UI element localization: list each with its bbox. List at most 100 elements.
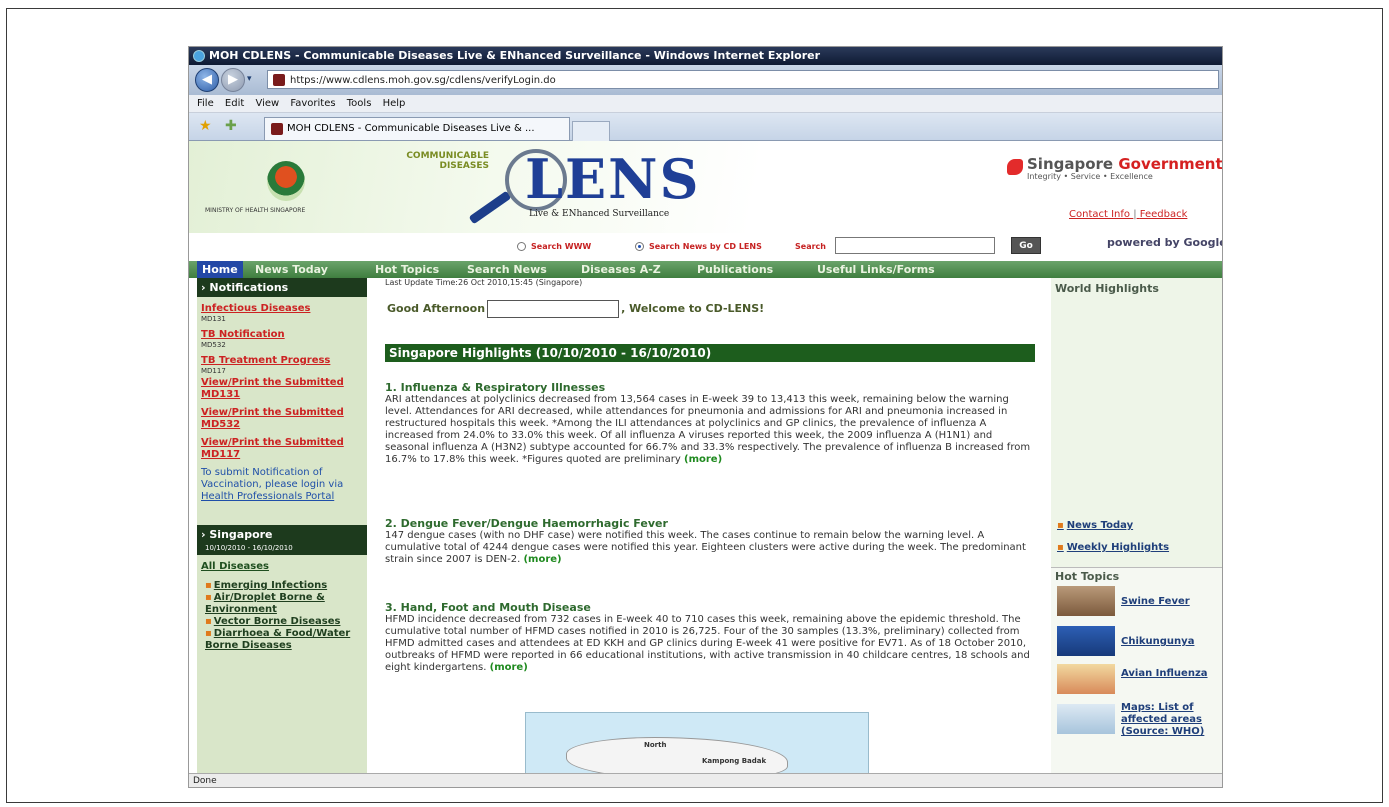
- forward-button[interactable]: ▶: [221, 68, 245, 92]
- favorites-star-icon[interactable]: ★: [199, 118, 212, 134]
- tb-notification-link[interactable]: TB Notification: [197, 329, 367, 341]
- vaccination-text: To submit Notification of Vaccination, p…: [201, 467, 344, 490]
- category-airdroplet[interactable]: ▪ Air/Droplet Borne & Environment: [197, 592, 367, 616]
- search-www-radio[interactable]: [517, 242, 526, 251]
- gov-prefix: Singapore: [1027, 155, 1114, 173]
- tb-treatment-link[interactable]: TB Treatment Progress: [197, 355, 367, 367]
- bullet-icon: ▪: [1057, 520, 1064, 531]
- right-sidebar: World Highlights ▪ News Today ▪ Weekly Hig…: [1051, 278, 1222, 773]
- category-vector[interactable]: ▪ Vector Borne Diseases: [197, 616, 367, 628]
- category-emerging[interactable]: ▪ Emerging Infections: [197, 580, 367, 592]
- tab-cdlens[interactable]: MOH CDLENS - Communicable Diseases Live …: [264, 117, 570, 140]
- lens-logo-text: LENS: [525, 147, 701, 211]
- search-news-label: Search News by CD LENS: [649, 242, 762, 251]
- menu-edit[interactable]: Edit: [225, 98, 244, 109]
- section-hfmd-body: HFMD incidence decreased from 732 cases …: [385, 614, 1030, 673]
- md532-code: MD532: [201, 341, 226, 349]
- menu-view[interactable]: View: [255, 98, 279, 109]
- nav-hot-topics[interactable]: Hot Topics: [375, 261, 439, 278]
- hfmd-more-link[interactable]: (more): [490, 662, 528, 673]
- singapore-map: North Kampong Badak: [525, 712, 869, 773]
- search-news-radio[interactable]: [635, 242, 644, 251]
- who-maps-link[interactable]: Maps: List of affected areas (Source: WH…: [1121, 702, 1219, 738]
- web-page: MINISTRY OF HEALTH SINGAPORE COMMUNICABL…: [189, 141, 1222, 773]
- bullet-icon: ▪: [205, 592, 212, 603]
- powered-by-google: powered by Google: [1107, 236, 1222, 249]
- avian-influenza-link[interactable]: Avian Influenza: [1121, 668, 1211, 680]
- menu-tools[interactable]: Tools: [347, 98, 372, 109]
- who-maps-thumbnail[interactable]: [1057, 704, 1115, 734]
- url-input[interactable]: https://www.cdlens.moh.gov.sg/cdlens/ver…: [267, 70, 1219, 89]
- nav-search-news[interactable]: Search News: [467, 261, 547, 278]
- bullet-icon: ▪: [205, 580, 212, 591]
- status-bar: Done: [189, 773, 1222, 787]
- magnifier-handle-icon: [468, 190, 512, 225]
- hot-topics-panel: Hot Topics Swine Fever Chikungunya Avian…: [1051, 567, 1222, 773]
- title-bar: MOH CDLENS - Communicable Diseases Live …: [189, 47, 1222, 65]
- section-dengue-title: 2. Dengue Fever/Dengue Haemorrhagic Feve…: [385, 517, 668, 530]
- influenza-more-link[interactable]: (more): [684, 454, 722, 465]
- nav-home[interactable]: Home: [197, 261, 243, 278]
- tab-bar: ★ ✚ MOH CDLENS - Communicable Diseases L…: [189, 113, 1222, 141]
- all-diseases-link[interactable]: All Diseases: [197, 561, 367, 572]
- menu-file[interactable]: File: [197, 98, 214, 109]
- infectious-diseases-link[interactable]: Infectious Diseases: [197, 303, 367, 315]
- section-influenza: 1. Influenza & Respiratory Illnesses ARI…: [385, 382, 1035, 466]
- chikungunya-link[interactable]: Chikungunya: [1121, 636, 1194, 648]
- category-diarrhoea-label: Diarrhoea & Food/Water Borne Diseases: [205, 628, 351, 651]
- map-landmass: [566, 737, 788, 773]
- left-sidebar: › Notifications Infectious Diseases MD13…: [197, 278, 367, 773]
- category-diarrhoea[interactable]: ▪ Diarrhoea & Food/Water Borne Diseases: [197, 628, 367, 652]
- bullet-icon: ▪: [205, 628, 212, 639]
- tab-favicon: [271, 123, 283, 135]
- user-name-box: [487, 300, 620, 318]
- tab-label: MOH CDLENS - Communicable Diseases Live …: [287, 123, 535, 134]
- avian-influenza-thumbnail[interactable]: [1057, 664, 1115, 694]
- contact-info-link[interactable]: Contact Info: [1069, 209, 1130, 220]
- singapore-government-logo: Singapore Government: [1027, 155, 1222, 173]
- swine-fever-link[interactable]: Swine Fever: [1121, 596, 1190, 608]
- search-input[interactable]: [835, 237, 995, 254]
- section-hfmd: 3. Hand, Foot and Mouth Disease HFMD inc…: [385, 602, 1035, 674]
- section-hfmd-title: 3. Hand, Foot and Mouth Disease: [385, 601, 591, 614]
- news-today-link[interactable]: ▪ News Today: [1057, 520, 1133, 531]
- menu-favorites[interactable]: Favorites: [290, 98, 335, 109]
- section-influenza-title: 1. Influenza & Respiratory Illnesses: [385, 381, 606, 394]
- feedback-link[interactable]: Feedback: [1140, 209, 1188, 220]
- nav-publications[interactable]: Publications: [697, 261, 773, 278]
- site-favicon: [273, 74, 285, 86]
- greeting: Good Afternoon , Welcome to CD-LENS!: [387, 300, 764, 318]
- singapore-dates: 10/10/2010 - 16/10/2010: [197, 544, 367, 555]
- weekly-highlights-label: Weekly Highlights: [1066, 542, 1170, 553]
- swine-fever-thumbnail[interactable]: [1057, 586, 1115, 616]
- address-bar: ◀ ▶ ▾ https://www.cdlens.moh.gov.sg/cdle…: [189, 65, 1222, 95]
- menu-bar: File Edit View Favorites Tools Help: [189, 95, 1222, 113]
- nav-news-today[interactable]: News Today: [255, 261, 328, 278]
- main-content: Last Update Time:26 Oct 2010,15:45 (Sing…: [375, 278, 1045, 773]
- print-md117-link[interactable]: View/Print the Submitted MD117: [197, 437, 367, 461]
- browser-window: MOH CDLENS - Communicable Diseases Live …: [189, 47, 1222, 787]
- go-button[interactable]: Go: [1011, 237, 1041, 254]
- welcome-text: , Welcome to CD-LENS!: [621, 302, 765, 315]
- nav-useful-links[interactable]: Useful Links/Forms: [817, 261, 935, 278]
- weekly-highlights-link[interactable]: ▪ Weekly Highlights: [1057, 542, 1169, 553]
- print-md131-link[interactable]: View/Print the Submitted MD131: [197, 377, 367, 401]
- category-vector-label: Vector Borne Diseases: [213, 616, 341, 627]
- main-nav: Home News Today Hot Topics Search News D…: [189, 261, 1222, 278]
- site-banner: MINISTRY OF HEALTH SINGAPORE COMMUNICABL…: [189, 141, 1222, 234]
- menu-help[interactable]: Help: [383, 98, 406, 109]
- print-md532-link[interactable]: View/Print the Submitted MD532: [197, 407, 367, 431]
- new-tab-button[interactable]: [572, 121, 610, 141]
- add-favorites-icon[interactable]: ✚: [225, 118, 237, 134]
- header-links: Contact Info | Feedback: [1069, 209, 1187, 220]
- search-www-label: Search WWW: [531, 242, 592, 251]
- nav-diseases-az[interactable]: Diseases A-Z: [581, 261, 661, 278]
- section-dengue: 2. Dengue Fever/Dengue Haemorrhagic Feve…: [385, 518, 1035, 566]
- back-button[interactable]: ◀: [195, 68, 219, 92]
- chikungunya-thumbnail[interactable]: [1057, 626, 1115, 656]
- history-dropdown-icon[interactable]: ▾: [247, 74, 252, 84]
- dengue-more-link[interactable]: (more): [523, 554, 561, 565]
- md131-code: MD131: [201, 315, 226, 323]
- world-highlights-title: World Highlights: [1055, 282, 1159, 295]
- health-portal-link[interactable]: Health Professionals Portal: [201, 491, 334, 502]
